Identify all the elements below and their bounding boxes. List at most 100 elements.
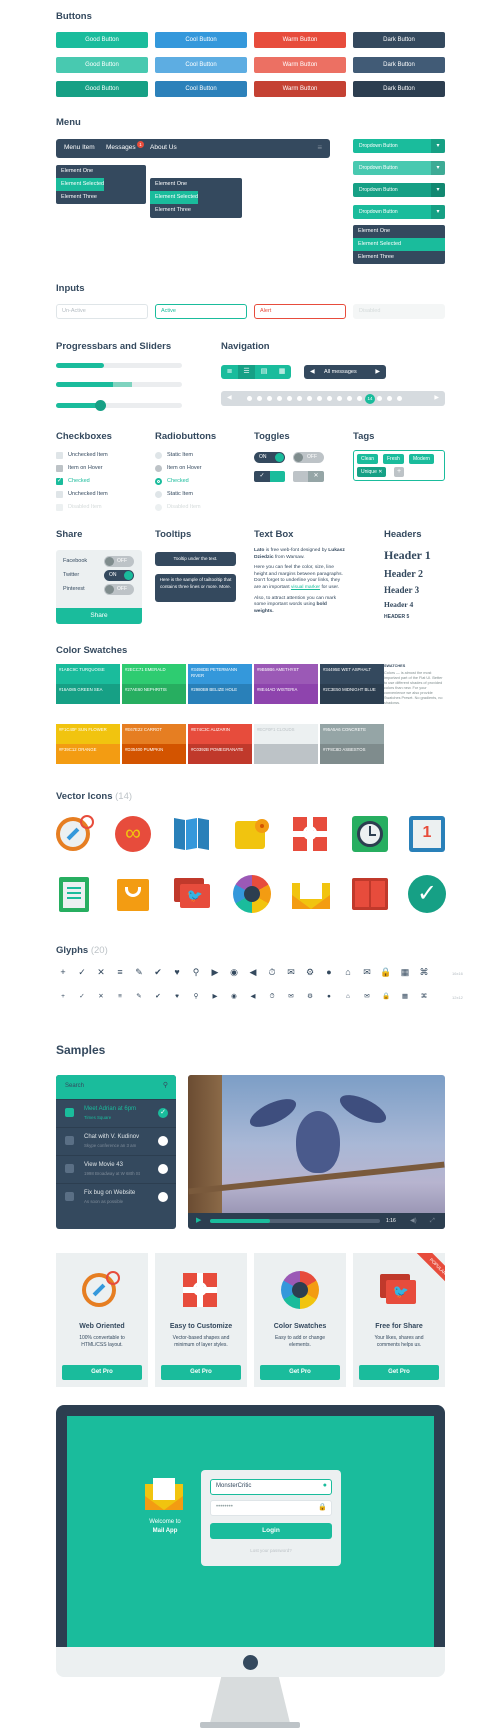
todo-check-circle[interactable] <box>158 1136 168 1146</box>
dropdown-item[interactable]: Element Three <box>353 251 394 264</box>
todo-check-circle[interactable] <box>158 1164 168 1174</box>
good-button[interactable]: Good Button <box>56 32 148 48</box>
todo-item[interactable]: Chat with V. Kudinov Skype conference an … <box>56 1127 176 1155</box>
slider-handle[interactable] <box>95 400 107 411</box>
submenu-item[interactable]: Element One <box>56 165 93 178</box>
menu-item-messages[interactable]: Messages <box>106 144 136 151</box>
pagination-dot[interactable] <box>337 396 342 401</box>
radio-static[interactable] <box>155 491 162 498</box>
dropdown-button-pressed[interactable]: Dropdown Button ▾ <box>353 183 445 197</box>
pagination-dot[interactable] <box>287 396 292 401</box>
dark-button[interactable]: Dark Button <box>353 32 445 48</box>
pagination-next-icon[interactable]: ▶ <box>434 391 439 406</box>
input-alert[interactable]: Alert <box>254 304 346 319</box>
pagination-dot[interactable] <box>397 396 402 401</box>
submenu-item[interactable]: Element Three <box>56 191 97 204</box>
pagination-dot[interactable] <box>387 396 392 401</box>
pagination-dot[interactable] <box>317 396 322 401</box>
get-pro-button[interactable]: Get Pro <box>260 1365 340 1380</box>
toggle-cross[interactable]: ✕ <box>293 471 324 482</box>
facebook-toggle[interactable]: OFF <box>104 556 134 567</box>
tags-input[interactable]: Clean Fresh Modern Unique ✕ + <box>353 450 445 481</box>
warm-button[interactable]: Warm Button <box>254 32 346 48</box>
password-field[interactable]: •••••••• 🔒 <box>210 1500 332 1516</box>
warm-button-hover[interactable]: Warm Button <box>254 57 346 73</box>
username-field[interactable]: MonsterCritic ● <box>210 1479 332 1495</box>
todo-check-circle[interactable] <box>158 1192 168 1202</box>
tag[interactable]: Clean <box>357 454 379 464</box>
toggle-off[interactable]: OFF <box>293 452 324 463</box>
cool-button-pressed[interactable]: Cool Button <box>155 81 247 97</box>
warm-button-pressed[interactable]: Warm Button <box>254 81 346 97</box>
text-link[interactable]: visual marker <box>291 585 320 590</box>
todo-item[interactable]: Fix bug on Website As soon as possible <box>56 1183 176 1211</box>
menu-item-about[interactable]: About Us <box>150 144 177 151</box>
video-seek-bar[interactable] <box>210 1219 380 1223</box>
todo-item[interactable]: View Movie 43 1998 Broadway at W 68th St <box>56 1155 176 1183</box>
todo-check-icon[interactable]: ✓ <box>158 1108 168 1118</box>
submenu-item[interactable]: Element One <box>150 178 187 191</box>
play-icon[interactable]: ▶ <box>196 1213 201 1229</box>
grid-view-icon[interactable]: ▤ <box>255 365 273 379</box>
list-compact-icon[interactable]: ☰ <box>238 365 255 379</box>
pagination-dot[interactable] <box>357 396 362 401</box>
dropdown-item[interactable]: Element One <box>353 225 390 238</box>
get-pro-button[interactable]: Get Pro <box>161 1365 241 1380</box>
dropdown-button[interactable]: Dropdown Button ▾ <box>353 139 445 153</box>
get-pro-button[interactable]: Get Pro <box>62 1365 142 1380</box>
input-inactive[interactable]: Un-Active <box>56 304 148 319</box>
checkbox-unchecked[interactable] <box>56 491 63 498</box>
pagination-prev-icon[interactable]: ◀ <box>227 391 232 406</box>
twitter-toggle[interactable]: ON <box>104 570 134 581</box>
pagination-dot[interactable] <box>297 396 302 401</box>
todo-item[interactable]: Meet Adrian at 6pm Times Square ✓ <box>56 1099 176 1127</box>
pagination-dot[interactable] <box>277 396 282 401</box>
pagination-dot[interactable] <box>327 396 332 401</box>
dropdown-item-selected[interactable]: Element Selected <box>353 238 445 251</box>
menu-item[interactable]: Menu Item <box>64 144 95 151</box>
radio-checked[interactable] <box>155 478 162 485</box>
menu-hamburger-icon[interactable]: ≡ <box>317 144 322 152</box>
pagination-dot[interactable]: 14 <box>365 393 375 404</box>
checkbox-unchecked[interactable] <box>56 452 63 459</box>
good-button-pressed[interactable]: Good Button <box>56 81 148 97</box>
checkbox-checked[interactable]: ✓ <box>56 478 63 485</box>
dark-button-pressed[interactable]: Dark Button <box>353 81 445 97</box>
dropdown-button-open[interactable]: Dropdown Button ▾ <box>353 205 445 219</box>
cool-button[interactable]: Cool Button <box>155 32 247 48</box>
pagination-dot[interactable] <box>377 396 382 401</box>
dropdown-button-hover[interactable]: Dropdown Button ▾ <box>353 161 445 175</box>
submenu-item-selected[interactable]: Element Selected <box>56 178 105 191</box>
toggle-on[interactable]: ON <box>254 452 285 463</box>
todo-search-bar[interactable]: Search ⚲ <box>56 1075 176 1099</box>
tag[interactable]: Fresh <box>383 454 404 464</box>
tag-active[interactable]: Unique ✕ <box>357 467 387 477</box>
slider[interactable] <box>56 400 182 411</box>
pagination-dot[interactable] <box>267 396 272 401</box>
fullscreen-icon[interactable]: ⤢ <box>430 1213 435 1229</box>
pagination-dot[interactable] <box>347 396 352 401</box>
dark-button-hover[interactable]: Dark Button <box>353 57 445 73</box>
pinterest-toggle[interactable]: OFF <box>104 584 134 595</box>
pagination-dot[interactable] <box>307 396 312 401</box>
submenu-item[interactable]: Element Three <box>150 204 191 217</box>
add-tag-icon[interactable]: + <box>394 467 404 477</box>
good-button-hover[interactable]: Good Button <box>56 57 148 73</box>
previous-arrow-icon[interactable]: ◀ <box>310 365 315 379</box>
remove-tag-icon[interactable]: ✕ <box>378 469 382 475</box>
volume-icon[interactable]: ◀) <box>410 1213 417 1229</box>
tag[interactable]: Modern <box>409 454 434 464</box>
next-arrow-icon[interactable]: ▶ <box>375 365 380 379</box>
pagination-dot[interactable] <box>247 396 252 401</box>
get-pro-button[interactable]: Get Pro <box>359 1365 439 1380</box>
list-view-icon[interactable]: ≣ <box>221 365 238 379</box>
search-icon[interactable]: ⚲ <box>163 1081 168 1089</box>
radio-hover[interactable] <box>155 465 162 472</box>
video-player[interactable]: ▶ 1:16 ◀) ⤢ <box>188 1075 445 1229</box>
toggle-check[interactable]: ✓ <box>254 471 285 482</box>
checkbox-hover[interactable] <box>56 465 63 472</box>
share-button[interactable]: Share <box>56 608 142 624</box>
login-button[interactable]: Login <box>210 1523 332 1539</box>
pagination-dot[interactable] <box>257 396 262 401</box>
submenu-item-selected[interactable]: Element Selected <box>150 191 199 204</box>
